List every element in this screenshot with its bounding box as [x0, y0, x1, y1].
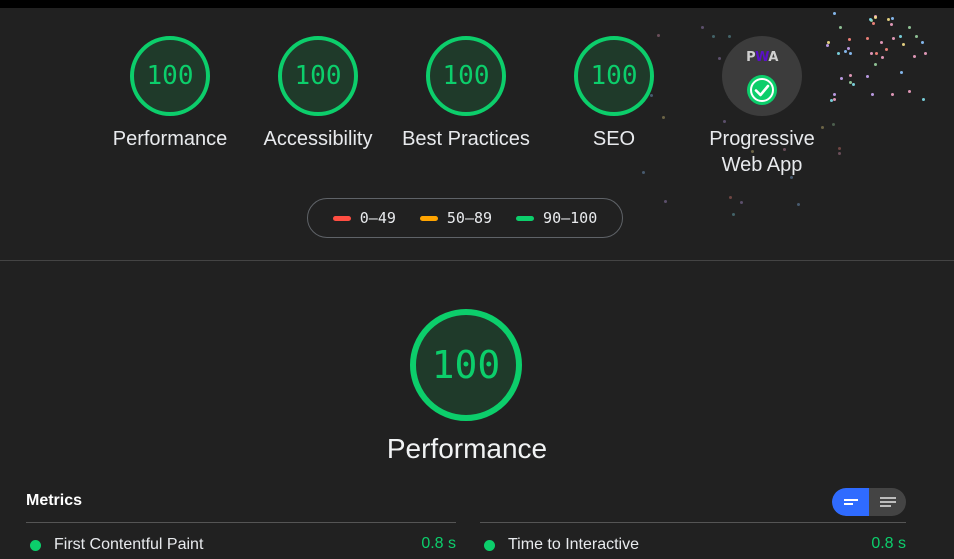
- legend-range: 50–89: [446, 209, 493, 227]
- legend-range: 90–100: [543, 209, 598, 227]
- metrics-view-toggle[interactable]: [832, 488, 906, 516]
- confetti-dot: [664, 199, 668, 203]
- expanded-view-button[interactable]: [869, 488, 906, 516]
- confetti-dot: [887, 18, 891, 22]
- confetti-dot: [908, 26, 912, 30]
- gauge-accessibility[interactable]: 100 Accessibility: [244, 36, 392, 152]
- confetti-dot: [833, 11, 837, 15]
- pass-bar-icon: [516, 215, 535, 221]
- section-divider: [0, 260, 954, 261]
- category-gauges: 100 Performance 100 Accessibility 100 Be…: [0, 36, 954, 186]
- score-ring: 100: [574, 36, 654, 116]
- confetti-dot: [890, 22, 894, 26]
- gauge-label: Performance: [112, 128, 228, 150]
- metric-first-contentful-paint: First Contentful Paint: [30, 535, 203, 555]
- legend-average: 50–89: [419, 209, 493, 227]
- metrics-column-divider: [480, 522, 906, 523]
- metric-value: 0.8 s: [871, 535, 906, 552]
- score-ring: 100: [278, 36, 358, 116]
- pwa-logo-icon: PWA: [746, 50, 778, 65]
- fail-bar-icon: [332, 215, 351, 221]
- gauge-pwa[interactable]: PWA Progressive Web App: [688, 36, 836, 178]
- metric-name: First Contentful Paint: [54, 536, 204, 553]
- gauge-label: Best Practices: [402, 128, 530, 150]
- gauge-performance[interactable]: 100 Performance: [96, 36, 244, 152]
- gauge-label: Accessibility: [263, 128, 373, 150]
- score-legend: 0–49 50–89 90–100: [307, 198, 623, 238]
- metric-name: Time to Interactive: [508, 536, 640, 553]
- top-bar: [0, 0, 954, 8]
- score-ring: 100: [426, 36, 506, 116]
- metric-time-to-interactive: Time to Interactive: [484, 535, 639, 555]
- expanded-list-icon: [879, 497, 896, 507]
- compact-view-button[interactable]: [832, 488, 869, 516]
- confetti-dot: [739, 201, 743, 205]
- score-ring: 100: [130, 36, 210, 116]
- pwa-badge: PWA: [722, 36, 802, 116]
- confetti-dot: [873, 16, 877, 20]
- pass-dot-icon: [30, 539, 41, 551]
- metrics-heading: Metrics: [26, 492, 83, 509]
- confetti-dot: [890, 17, 894, 21]
- confetti-dot: [838, 25, 842, 29]
- compact-list-icon: [843, 499, 858, 505]
- gauge-label: SEO: [592, 128, 636, 150]
- performance-title: Performance: [386, 433, 548, 464]
- gauge-seo[interactable]: 100 SEO: [540, 36, 688, 152]
- pass-dot-icon: [484, 539, 495, 551]
- confetti-dot: [700, 25, 704, 29]
- metric-value: 0.8 s: [421, 535, 456, 552]
- metrics-column-divider: [26, 522, 456, 523]
- confetti-dot: [871, 21, 875, 25]
- legend-range: 0–49: [359, 209, 396, 227]
- legend-pass: 90–100: [516, 209, 597, 227]
- performance-score-ring: 100: [410, 309, 522, 421]
- confetti-dot: [731, 213, 735, 217]
- confetti-dot: [728, 196, 732, 200]
- average-bar-icon: [419, 215, 438, 221]
- confetti-dot: [797, 202, 801, 206]
- gauge-best-practices[interactable]: 100 Best Practices: [392, 36, 540, 152]
- check-icon: [747, 75, 777, 105]
- legend-fail: 0–49: [332, 209, 396, 227]
- gauge-label: Progressive Web App: [709, 128, 815, 176]
